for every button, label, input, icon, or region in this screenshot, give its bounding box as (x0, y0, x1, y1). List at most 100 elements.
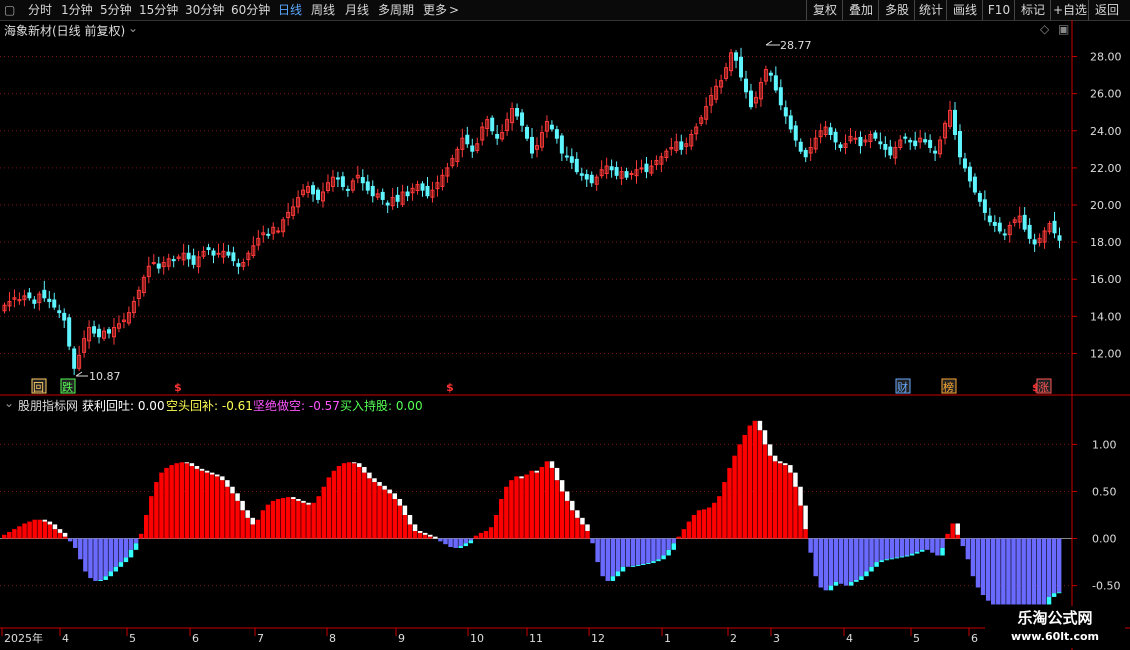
indicator-bar-cap (889, 558, 895, 560)
indicator-bar-positive (783, 465, 788, 539)
indicator-bar-negative (904, 538, 910, 556)
candle-body (853, 137, 858, 140)
indicator-bar-positive (255, 519, 261, 539)
indicator-bar-negative (67, 538, 73, 542)
indicator-bar-cap (306, 502, 311, 505)
candle-body (903, 136, 908, 139)
candle-body (236, 263, 241, 267)
candle-body (316, 189, 321, 200)
indicator-menu-icon[interactable]: ⌄ (4, 396, 14, 410)
indicator-bar-cap (793, 472, 798, 487)
x-tick-label: 5 (129, 632, 136, 645)
indicator-bar-positive (747, 425, 753, 539)
candle-body (206, 247, 211, 251)
candle-body (858, 136, 863, 147)
candle-body (997, 222, 1002, 232)
panel-toggle-icon[interactable]: ▣ (1058, 22, 1069, 36)
dollar-marker: $ (174, 381, 182, 394)
indicator-bar-positive (164, 467, 169, 539)
indicator-bar-positive (184, 463, 190, 539)
candle-body (838, 144, 843, 148)
candle-body (778, 87, 783, 106)
candle-body (97, 328, 102, 338)
indicator-bar-negative (940, 538, 945, 548)
indicator-bar-negative (1016, 538, 1021, 605)
indicator-bar-positive (727, 467, 732, 539)
indicator-bar-positive (696, 510, 702, 539)
candle-body (928, 139, 933, 148)
watermark-logo: 乐淘公式网 www.60lt.com (985, 606, 1125, 648)
indicator-bar-negative (641, 538, 646, 564)
indicator-value-short: 坚绝做空: -0.57 (253, 399, 340, 413)
candle-body (525, 126, 530, 139)
indicator-bar-negative (960, 538, 966, 547)
indicator-bar-cap (296, 498, 301, 501)
indicator-bar-positive (788, 472, 793, 539)
chevron-down-icon[interactable]: ⌄ (128, 21, 138, 35)
indicator-bar-positive (245, 517, 250, 539)
indicator-bar-negative (463, 538, 469, 544)
indicator-bar-positive (230, 493, 235, 539)
candle-body (1002, 233, 1007, 236)
candle-body (171, 259, 176, 262)
indicator-bar-cap (240, 500, 245, 511)
indicator-bar-negative (874, 538, 879, 563)
indicator-bar-cap (549, 461, 555, 468)
indicator-bar-cap (859, 576, 864, 580)
kline-chart[interactable]: 12.0014.0016.0018.0020.0022.0024.0026.00… (0, 0, 1130, 650)
candle-body (62, 312, 67, 321)
indicator-bar-positive (2, 534, 7, 539)
indicator-bar-negative (843, 538, 849, 586)
indicator-bar-cap (610, 576, 616, 581)
candle-body (739, 56, 744, 78)
price-annotations: 28.77 10.87 (75, 39, 812, 383)
diamond-icon[interactable]: ◇ (1040, 22, 1049, 36)
indicator-bar-negative (605, 538, 611, 581)
indicator-bar-positive (392, 498, 397, 539)
indicator-bar-negative (443, 538, 448, 545)
indicator-bar-positive (22, 523, 27, 539)
indicator-bar-positive (326, 477, 332, 539)
indicator-bar-positive (144, 515, 149, 539)
indicator-bar-cap (656, 559, 661, 562)
high-price-label: 28.77 (780, 39, 812, 52)
indicator-bar-positive (382, 489, 387, 539)
indicator-bar-negative (985, 538, 991, 601)
indicator-bar-negative (661, 538, 666, 556)
candle-body (530, 136, 534, 154)
indicator-bar-positive (757, 430, 763, 539)
indicator-bar-cap (407, 515, 413, 525)
indicator-bar-negative (869, 538, 874, 567)
indicator-bar-cap (52, 524, 58, 530)
indicator-bar-positive (722, 482, 727, 539)
indicator-bar-positive (575, 517, 580, 539)
candle-body (569, 156, 574, 163)
indicator-bar-negative (965, 538, 971, 560)
indicator-bar-negative (823, 538, 829, 591)
candlestick-series (2, 47, 1062, 375)
indicator-bar-positive (509, 480, 514, 539)
indicator-bar-cap (554, 467, 560, 481)
candle-body (788, 115, 793, 130)
chart-axes (0, 20, 1130, 650)
indicator-bar-negative (935, 538, 940, 556)
indicator-bar-negative (1006, 538, 1011, 605)
indicator-bar-cap (848, 581, 854, 586)
candle-body (335, 177, 340, 180)
indicator-bar-cap (671, 543, 676, 550)
indicator-bar-positive (539, 466, 545, 539)
indicator-bar-positive (306, 504, 311, 539)
indicator-bar-negative (118, 538, 124, 563)
candle-body (385, 202, 390, 206)
indicator-bar-positive (428, 536, 433, 539)
indicator-bar-negative (610, 538, 616, 577)
indicator-bar-negative (666, 538, 671, 550)
indicator-bar-cap (47, 521, 53, 525)
indicator-bar-negative (128, 538, 134, 550)
x-tick-label: 10 (470, 632, 484, 645)
candle-body (106, 329, 111, 334)
indicator-bar-negative (448, 538, 453, 548)
indicator-bar-positive (676, 536, 682, 539)
indicator-bar-positive (316, 496, 321, 539)
candle-body (629, 172, 634, 175)
